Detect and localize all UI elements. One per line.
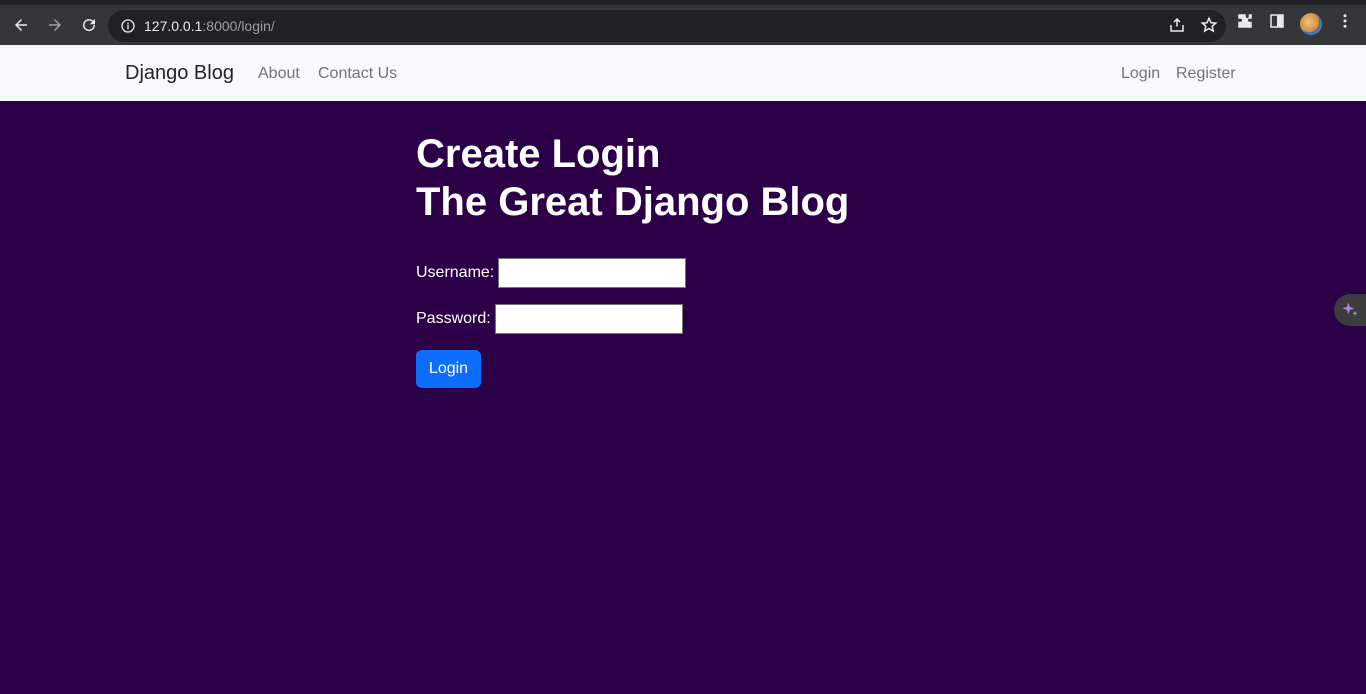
menu-dots-icon (1343, 14, 1347, 28)
nav-link-login[interactable]: Login (1121, 65, 1160, 83)
extensions-button[interactable] (1236, 12, 1254, 35)
sparkle-icon (1342, 302, 1358, 316)
side-panel-icon (1270, 14, 1284, 28)
url-host: 127.0.0.1 (144, 18, 203, 34)
forward-button[interactable] (40, 10, 70, 40)
profile-avatar[interactable] (1300, 12, 1322, 35)
nav-link-contact[interactable]: Contact Us (318, 65, 397, 83)
page-title: Create Login The Great Django Blog (416, 130, 849, 226)
share-button[interactable] (1168, 16, 1186, 39)
username-label: Username: (416, 264, 495, 281)
back-arrow-icon (15, 19, 27, 31)
side-panel-button[interactable] (1268, 12, 1286, 35)
reload-icon (83, 19, 96, 32)
side-assistant-button[interactable] (1334, 294, 1366, 326)
forward-arrow-icon (49, 19, 61, 31)
login-section: Create Login The Great Django Blog Usern… (416, 130, 849, 388)
site-navbar: Django Blog About Contact Us Login Regis… (0, 45, 1366, 101)
navbar-brand[interactable]: Django Blog (125, 62, 234, 85)
username-input[interactable] (498, 258, 687, 288)
nav-link-register[interactable]: Register (1176, 65, 1236, 83)
url-path: :8000/login/ (202, 18, 275, 34)
password-input[interactable] (494, 304, 683, 334)
bookmark-button[interactable] (1200, 16, 1218, 39)
password-row: Password: (416, 304, 849, 334)
address-bar[interactable]: 127.0.0.1:8000/login/ (108, 10, 1226, 42)
share-icon (1170, 17, 1184, 32)
browser-toolbar: 127.0.0.1:8000/login/ (0, 0, 1366, 45)
page-title-line2: The Great Django Blog (416, 180, 850, 224)
back-button[interactable] (6, 10, 36, 40)
username-row: Username: (416, 258, 849, 288)
login-button[interactable]: Login (416, 350, 481, 388)
nav-link-about[interactable]: About (258, 65, 300, 83)
reload-button[interactable] (74, 10, 104, 40)
password-label: Password: (416, 310, 491, 327)
browser-menu-button[interactable] (1336, 12, 1354, 35)
info-icon[interactable] (120, 18, 136, 34)
page-title-line1: Create Login (416, 132, 661, 176)
extensions-icon (1238, 14, 1252, 28)
login-form: Username: Password: Login (416, 258, 849, 388)
star-icon (1200, 16, 1218, 33)
